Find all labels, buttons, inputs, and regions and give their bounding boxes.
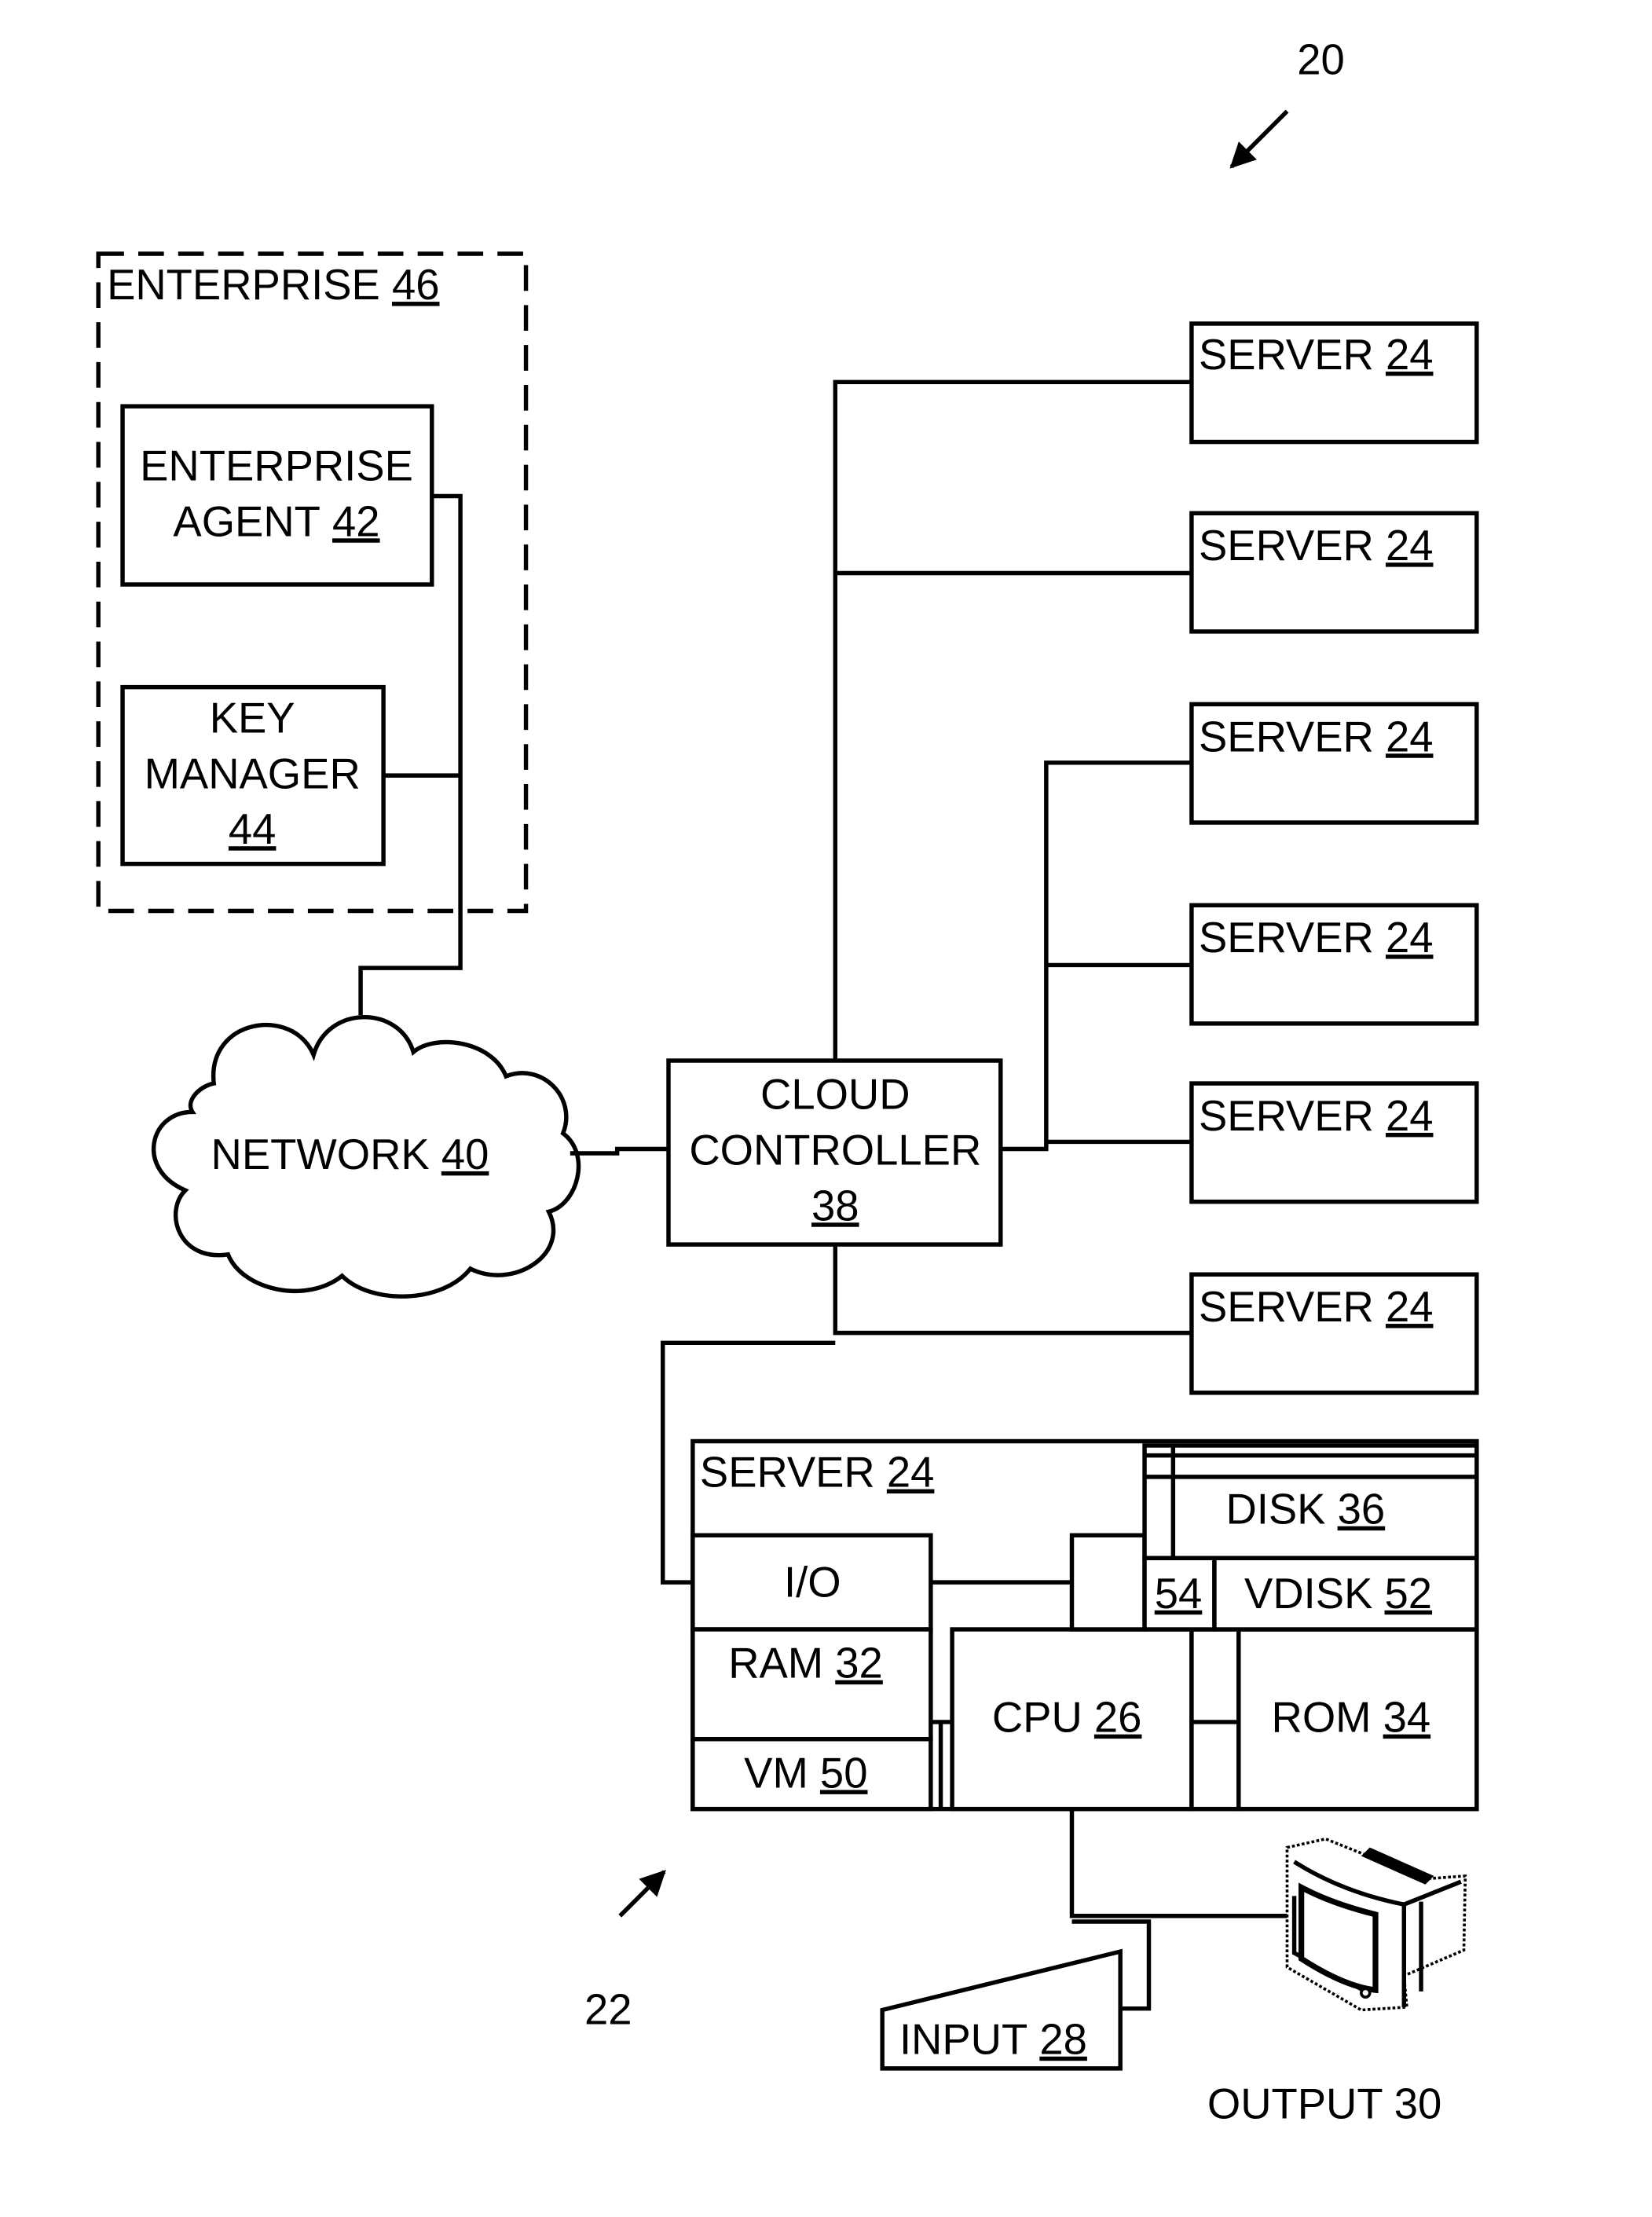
server-label: SERVER 24 <box>1199 522 1434 570</box>
ram-label: RAM 32 <box>728 1640 883 1687</box>
vdisk-driver-ref: 54 <box>1155 1570 1203 1618</box>
server-4[interactable]: SERVER 24 <box>1189 903 1479 1026</box>
bus-lower <box>833 1244 1192 1336</box>
output-device[interactable]: OUTPUT 30 <box>1207 1837 1467 2128</box>
network-cloud[interactable]: NETWORK 40 <box>151 1015 581 1299</box>
enterprise-title: ENTERPRISE 46 <box>107 261 439 309</box>
connector-network-controller <box>570 1146 668 1156</box>
bus-cpu-rom <box>1189 1627 1241 1812</box>
cloud-controller-label-1: CLOUD <box>760 1071 910 1119</box>
ref-label-20: 20 <box>1297 35 1345 83</box>
io-label: I/O <box>784 1558 841 1606</box>
rom-label: ROM 34 <box>1272 1694 1431 1742</box>
enterprise-agent-box[interactable] <box>120 404 434 587</box>
bus-right <box>1000 760 1192 1152</box>
input-device[interactable]: INPUT 28 <box>880 1948 1123 2071</box>
cloud-controller-ref: 38 <box>811 1182 859 1229</box>
cloud-controller-label-2: CONTROLLER <box>689 1126 981 1174</box>
connector-cpu-output <box>1069 1808 1291 1918</box>
bus-io-disk-block <box>1069 1533 1147 1632</box>
bus-upper <box>833 379 1192 1061</box>
vm-label: VM 50 <box>744 1749 867 1797</box>
server-label: SERVER 24 <box>1199 1283 1434 1331</box>
server-label: SERVER 24 <box>1199 331 1434 379</box>
server-6[interactable]: SERVER 24 <box>1189 1272 1479 1395</box>
server-label: SERVER 24 <box>1199 713 1434 760</box>
server-5[interactable]: SERVER 24 <box>1189 1081 1479 1204</box>
server-label: SERVER 24 <box>1199 914 1434 962</box>
system-diagram: 20 ENTERPRISE 46 ENTERPRISE AGENT 42 KEY… <box>96 35 1479 2128</box>
vdisk-label: VDISK 52 <box>1244 1570 1432 1618</box>
ref-arrow-20 <box>1229 109 1289 169</box>
server-detail[interactable]: SERVER 24 I/O RAM 32 VM 50 CPU 26 ROM 34… <box>690 1438 1479 1812</box>
cpu-label: CPU 26 <box>992 1694 1142 1742</box>
server-detail-label: SERVER 24 <box>700 1449 935 1497</box>
enterprise-agent-label: ENTERPRISE <box>140 442 413 490</box>
output-label: OUTPUT 30 <box>1207 2080 1441 2127</box>
ref-label-22: 22 <box>584 1986 632 2034</box>
key-manager-label-1: KEY <box>210 694 295 742</box>
server-2[interactable]: SERVER 24 <box>1189 511 1479 634</box>
input-label: INPUT 28 <box>899 2016 1087 2064</box>
server-label: SERVER 24 <box>1199 1092 1434 1140</box>
key-manager-label-2: MANAGER <box>145 749 361 797</box>
server-3[interactable]: SERVER 24 <box>1189 702 1479 825</box>
ref-arrow-22 <box>618 1870 666 1918</box>
network-label: NETWORK 40 <box>211 1130 489 1178</box>
monitor-icon <box>1285 1837 1467 2012</box>
cloud-controller[interactable]: CLOUD CONTROLLER 38 <box>666 1058 1003 1247</box>
key-manager-ref: 44 <box>229 805 277 853</box>
disk-label: DISK 36 <box>1225 1486 1385 1534</box>
enterprise-agent-label-2: AGENT 42 <box>173 497 379 545</box>
server-1[interactable]: SERVER 24 <box>1189 321 1479 445</box>
